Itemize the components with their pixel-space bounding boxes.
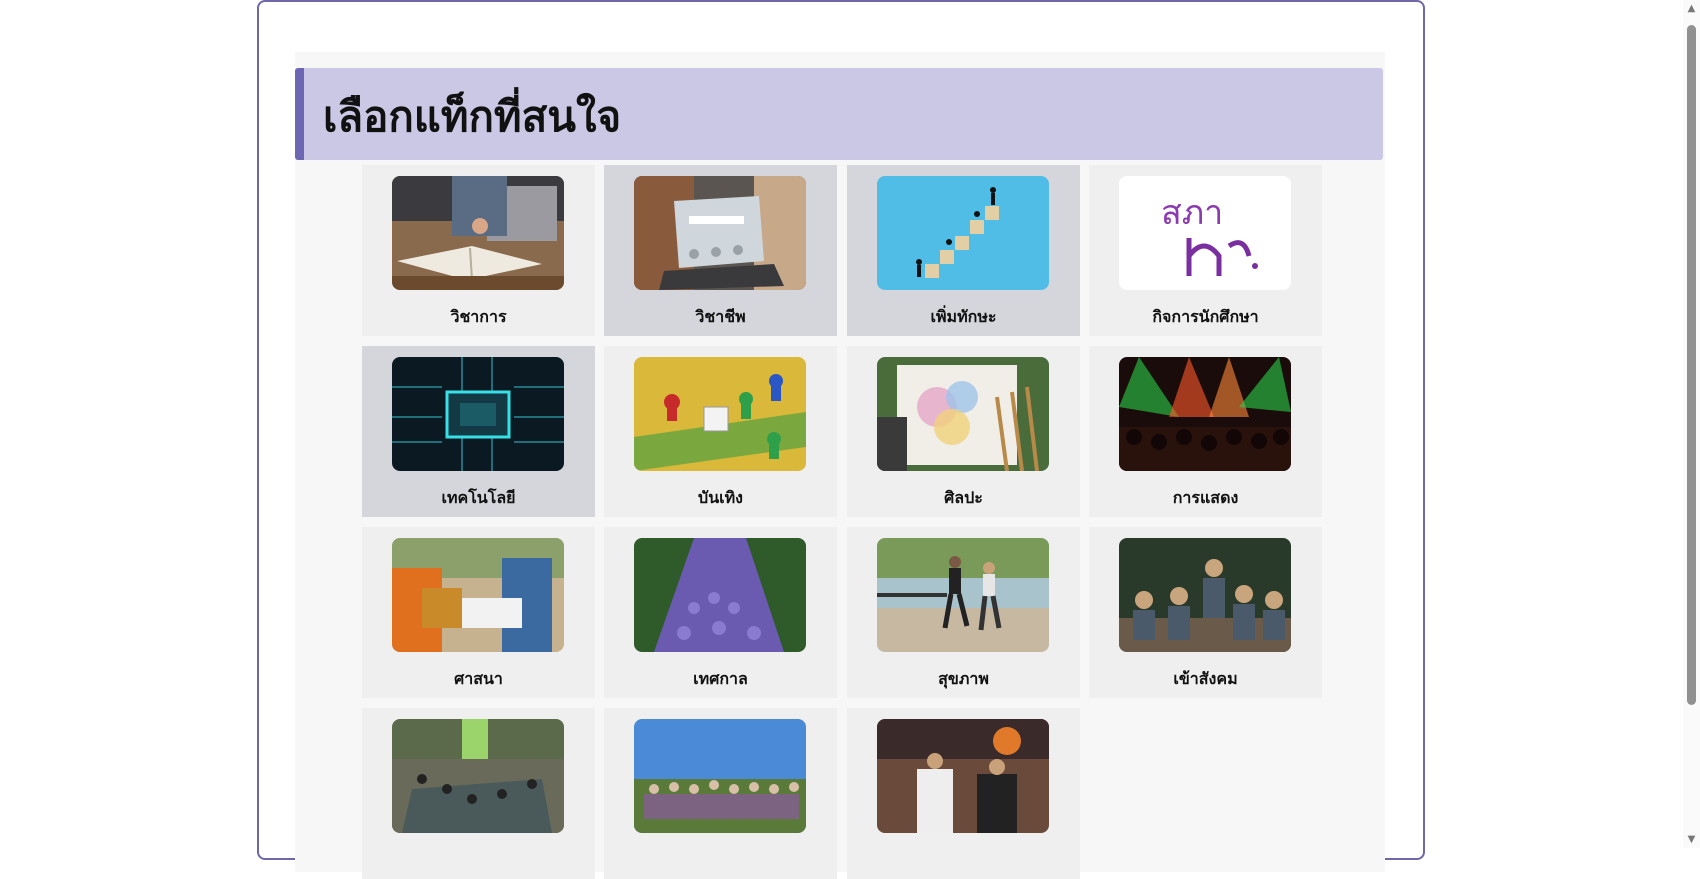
tag-label: วิชาชีพ (695, 307, 746, 326)
board-game-image (634, 357, 806, 471)
study-book-image (392, 176, 564, 290)
skill-blocks-image (877, 176, 1049, 290)
page-title: เลือกแท็กที่สนใจ (323, 92, 622, 141)
student-council-logo-image: สภา (1119, 176, 1291, 290)
tag-card-performance[interactable]: การแสดง (1089, 346, 1322, 517)
group-photo-image (634, 719, 806, 833)
alms-giving-image (392, 538, 564, 652)
tag-card-social[interactable]: เข้าสังคม (1089, 527, 1322, 698)
scrollbar-thumb[interactable] (1687, 25, 1696, 705)
tag-card-technology[interactable]: เทคโนโลยี (362, 346, 595, 517)
basketball-image (877, 719, 1049, 833)
logo-text: สภา (1161, 193, 1223, 233)
concert-image (1119, 357, 1291, 471)
job-search-laptop-image (634, 176, 806, 290)
tag-label: บันเทิง (698, 488, 743, 507)
festival-crowd-image (634, 538, 806, 652)
vertical-scrollbar[interactable]: ▲ ▼ (1683, 0, 1700, 848)
tag-label: ศิลปะ (944, 488, 983, 507)
scroll-down-arrow-icon[interactable]: ▼ (1683, 831, 1700, 848)
tag-card-student-affairs[interactable]: สภา กิจการนักศึกษา (1089, 165, 1322, 336)
tag-label: สุขภาพ (938, 669, 989, 688)
scroll-up-arrow-icon[interactable]: ▲ (1683, 0, 1700, 17)
tag-label: เข้าสังคม (1173, 669, 1238, 688)
tag-card-academic[interactable]: วิชาการ (362, 165, 595, 336)
tag-card-religion[interactable]: ศาสนา (362, 527, 595, 698)
tag-card-festival[interactable]: เทศกาล (604, 527, 837, 698)
tag-label: วิชาการ (450, 307, 507, 326)
circuit-chip-image (392, 357, 564, 471)
painting-image (877, 357, 1049, 471)
tag-label: เทคโนโลยี (441, 488, 516, 507)
tag-card-health[interactable]: สุขภาพ (847, 527, 1080, 698)
tag-card-sports[interactable] (847, 708, 1080, 879)
tag-card-career[interactable]: วิชาชีพ (604, 165, 837, 336)
tag-card-volunteer[interactable] (362, 708, 595, 879)
tag-label: ศาสนา (454, 669, 503, 688)
social-dinner-image (1119, 538, 1291, 652)
tag-card-skills[interactable]: เพิ่มทักษะ (847, 165, 1080, 336)
running-image (877, 538, 1049, 652)
tag-label: การแสดง (1172, 488, 1239, 507)
tag-label: กิจการนักศึกษา (1152, 307, 1259, 326)
page-header: เลือกแท็กที่สนใจ (295, 68, 1383, 160)
tag-card-entertainment[interactable]: บันเทิง (604, 346, 837, 517)
tag-label: เทศกาล (693, 669, 748, 688)
tag-label: เพิ่มทักษะ (930, 307, 997, 326)
volunteer-pond-image (392, 719, 564, 833)
tag-card-group[interactable] (604, 708, 837, 879)
tag-card-art[interactable]: ศิลปะ (847, 346, 1080, 517)
